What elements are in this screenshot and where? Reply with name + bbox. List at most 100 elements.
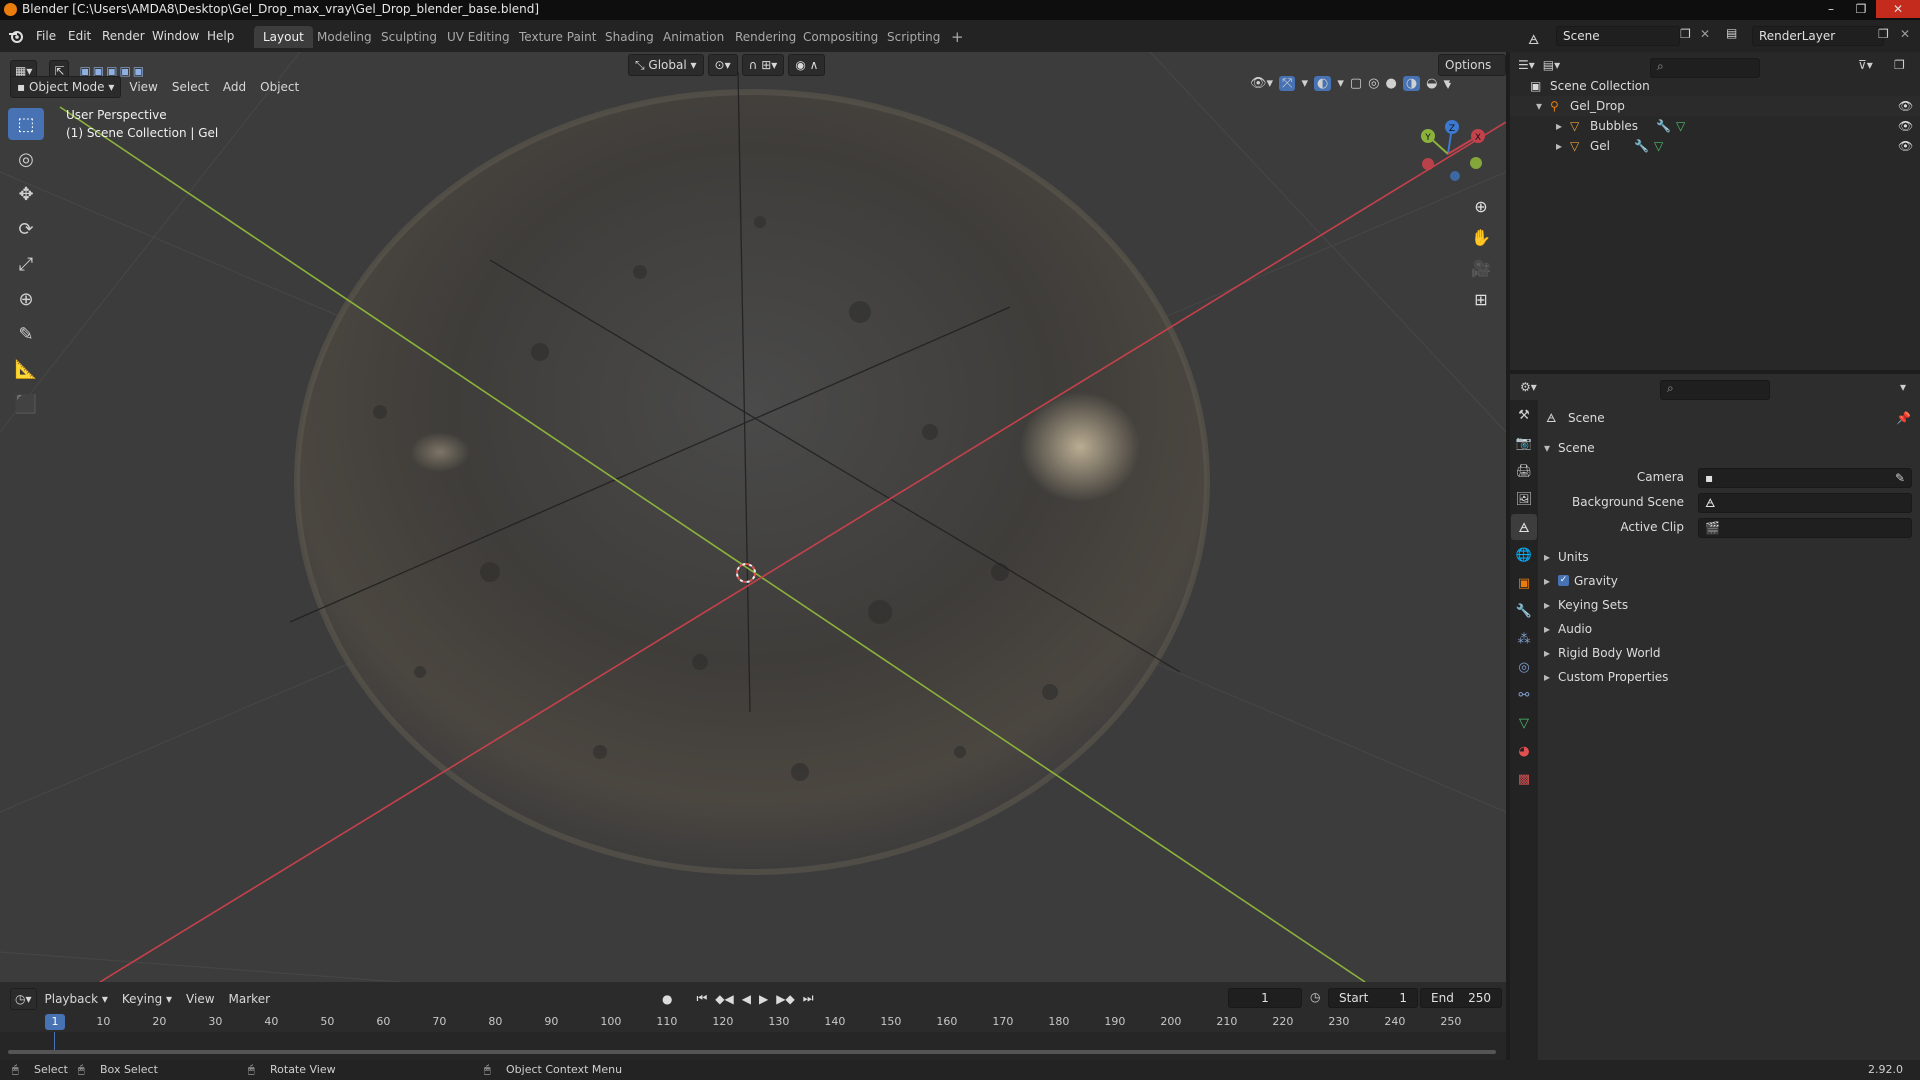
close-button[interactable]: ✕ — [1876, 0, 1920, 18]
viewport-menu-object[interactable]: Object — [254, 77, 305, 97]
measure-tool-icon[interactable]: 📐 — [8, 353, 44, 385]
jump-keyframe-forward-icon[interactable]: ▶◆ — [776, 992, 794, 1006]
outliner-item-gel[interactable]: ▸ ▽ Gel 🔧 ▽ 👁 — [1510, 136, 1920, 156]
jump-start-icon[interactable]: ⏮ — [696, 991, 707, 1006]
scene-panel-header[interactable]: ▾ Scene — [1540, 436, 1920, 460]
viewport-menu-select[interactable]: Select — [166, 77, 215, 97]
tab-animation[interactable]: Animation — [654, 26, 733, 48]
rendered-shading-icon[interactable]: ◒ — [1426, 76, 1437, 91]
background-scene-field[interactable]: 🜁 — [1698, 493, 1912, 513]
modifier-tab-icon[interactable]: 🔧 — [1511, 598, 1537, 624]
tab-scripting[interactable]: Scripting — [878, 26, 949, 48]
delete-scene-icon[interactable]: ✕ — [1700, 27, 1710, 41]
constraints-tab-icon[interactable]: ⚯ — [1511, 682, 1537, 708]
frame-ruler[interactable]: 10 20 30 40 50 60 70 80 90 100 110 120 130 140 150 160 1… — [0, 1012, 1506, 1032]
outliner-search-input[interactable]: ⌕ — [1650, 58, 1760, 78]
menu-window[interactable]: Window — [146, 20, 205, 52]
tab-modeling[interactable]: Modeling — [308, 26, 381, 48]
output-tab-icon[interactable]: 🖨 — [1511, 458, 1537, 484]
move-tool-icon[interactable]: ✥ — [8, 178, 44, 210]
collapse-arrow-icon[interactable]: ▾ — [1536, 96, 1542, 116]
data-tab-icon[interactable]: ▽ — [1511, 710, 1537, 736]
scene-icon[interactable]: 🜁 — [1528, 26, 1554, 48]
properties-options-icon[interactable]: ▾ — [1900, 380, 1906, 394]
play-icon[interactable]: ▶ — [759, 992, 768, 1006]
modifier-wrench-icon[interactable]: 🔧 — [1656, 116, 1671, 136]
scene-tab-icon[interactable]: 🜁 — [1511, 514, 1537, 540]
annotate-tool-icon[interactable]: ✎ — [8, 318, 44, 350]
tab-layout[interactable]: Layout — [254, 26, 313, 48]
add-cube-tool-icon[interactable]: ⬛ — [8, 388, 44, 420]
visibility-eye-icon[interactable]: 👁 — [1898, 96, 1913, 116]
timeline-menu-playback[interactable]: Playback ▾ — [39, 989, 114, 1009]
camera-view-icon[interactable]: 🎥 — [1467, 254, 1495, 282]
outliner-scene-collection[interactable]: ▣ Scene Collection — [1510, 76, 1920, 96]
render-tab-icon[interactable]: 📷 — [1511, 430, 1537, 456]
maximize-button[interactable]: ❐ — [1846, 0, 1876, 18]
viewport-menu-add[interactable]: Add — [217, 77, 252, 97]
active-clip-field[interactable]: 🎬 — [1698, 518, 1912, 538]
playhead-frame-indicator[interactable]: 1 — [45, 1014, 65, 1030]
transform-tool-icon[interactable]: ⊕ — [8, 283, 44, 315]
new-collection-icon[interactable]: ❐ — [1894, 58, 1905, 72]
tab-compositing[interactable]: Compositing — [794, 26, 887, 48]
visibility-icon[interactable]: 👁▾ — [1250, 76, 1273, 91]
visibility-eye-icon[interactable]: 👁 — [1898, 136, 1913, 156]
timeline-menu-view[interactable]: View — [180, 989, 220, 1009]
shading-dropdown-icon[interactable]: ▾ — [1444, 76, 1451, 91]
section-custom-properties[interactable]: ▸ Custom Properties — [1540, 665, 1920, 689]
section-gravity[interactable]: ▸ ✓ Gravity — [1540, 569, 1920, 593]
scene-selector[interactable]: Scene — [1556, 26, 1680, 46]
add-workspace-button[interactable]: + — [942, 26, 973, 48]
filter-icon[interactable]: ⊽▾ — [1858, 58, 1873, 72]
properties-search-input[interactable]: ⌕ — [1660, 380, 1770, 400]
tab-uv-editing[interactable]: UV Editing — [438, 26, 519, 48]
tab-sculpting[interactable]: Sculpting — [372, 26, 446, 48]
preview-range-icon[interactable]: ◷ — [1310, 990, 1320, 1004]
mesh-data-icon[interactable]: ▽ — [1676, 116, 1685, 136]
gizmo-dropdown-icon[interactable]: ▾ — [1301, 76, 1308, 91]
section-rigid-body-world[interactable]: ▸ Rigid Body World — [1540, 641, 1920, 665]
jump-end-icon[interactable]: ⏭ — [803, 991, 814, 1006]
navigation-gizmo[interactable]: Z Y X — [1408, 112, 1488, 192]
expand-arrow-icon[interactable]: ▸ — [1556, 116, 1562, 136]
current-frame-field[interactable]: 1 — [1228, 988, 1302, 1008]
xray-icon[interactable]: ▢ — [1350, 76, 1362, 91]
outliner-editor-type-icon[interactable]: ☰▾ — [1518, 58, 1535, 72]
perspective-toggle-icon[interactable]: ⊞ — [1467, 285, 1495, 313]
section-audio[interactable]: ▸ Audio — [1540, 617, 1920, 641]
select-box-tool-icon[interactable]: ⬚ — [8, 108, 44, 140]
play-reverse-icon[interactable]: ◀ — [742, 992, 751, 1006]
overlay-dropdown-icon[interactable]: ▾ — [1337, 76, 1344, 91]
menu-edit[interactable]: Edit — [62, 20, 97, 52]
jump-keyframe-back-icon[interactable]: ◆◀ — [715, 992, 733, 1006]
proportional-edit-icon[interactable]: ◉ ∧ — [788, 54, 826, 76]
section-keying-sets[interactable]: ▸ Keying Sets — [1540, 593, 1920, 617]
pivot-point-icon[interactable]: ⊙▾ — [707, 54, 738, 76]
zoom-icon[interactable]: ⊕ — [1467, 192, 1495, 220]
orientation-dropdown[interactable]: ⤡ Global ▾ — [628, 54, 704, 76]
start-frame-field[interactable]: Start 1 — [1328, 988, 1418, 1008]
display-mode-icon[interactable]: ▤▾ — [1543, 58, 1560, 72]
new-renderlayer-icon[interactable]: ❐ — [1878, 27, 1889, 41]
mesh-data-icon[interactable]: ▽ — [1654, 136, 1663, 156]
particles-tab-icon[interactable]: ⁂ — [1511, 626, 1537, 652]
timeline-menu-marker[interactable]: Marker — [223, 989, 276, 1009]
tab-texture-paint[interactable]: Texture Paint — [510, 26, 605, 48]
cursor-tool-icon[interactable]: ◎ — [8, 143, 44, 175]
physics-tab-icon[interactable]: ◎ — [1511, 654, 1537, 680]
menu-help[interactable]: Help — [201, 20, 240, 52]
timeline-scrollbar[interactable] — [8, 1050, 1496, 1054]
gizmo-toggle-icon[interactable]: ⤧ — [1279, 76, 1296, 91]
menu-file[interactable]: File — [30, 20, 62, 52]
view-layer-tab-icon[interactable]: 🖼 — [1511, 486, 1537, 512]
tool-tab-icon[interactable]: ⚒ — [1511, 402, 1537, 428]
minimize-button[interactable]: – — [1816, 0, 1846, 18]
viewport-menu-view[interactable]: View — [123, 77, 163, 97]
renderlayer-icon[interactable]: ▤ — [1726, 26, 1737, 40]
modifier-wrench-icon[interactable]: 🔧 — [1634, 136, 1649, 156]
pin-icon[interactable]: 📌 — [1896, 406, 1911, 430]
camera-field[interactable]: ▪ ✎ — [1698, 468, 1912, 488]
expand-arrow-icon[interactable]: ▸ — [1556, 136, 1562, 156]
gravity-checkbox[interactable]: ✓ — [1558, 575, 1569, 586]
